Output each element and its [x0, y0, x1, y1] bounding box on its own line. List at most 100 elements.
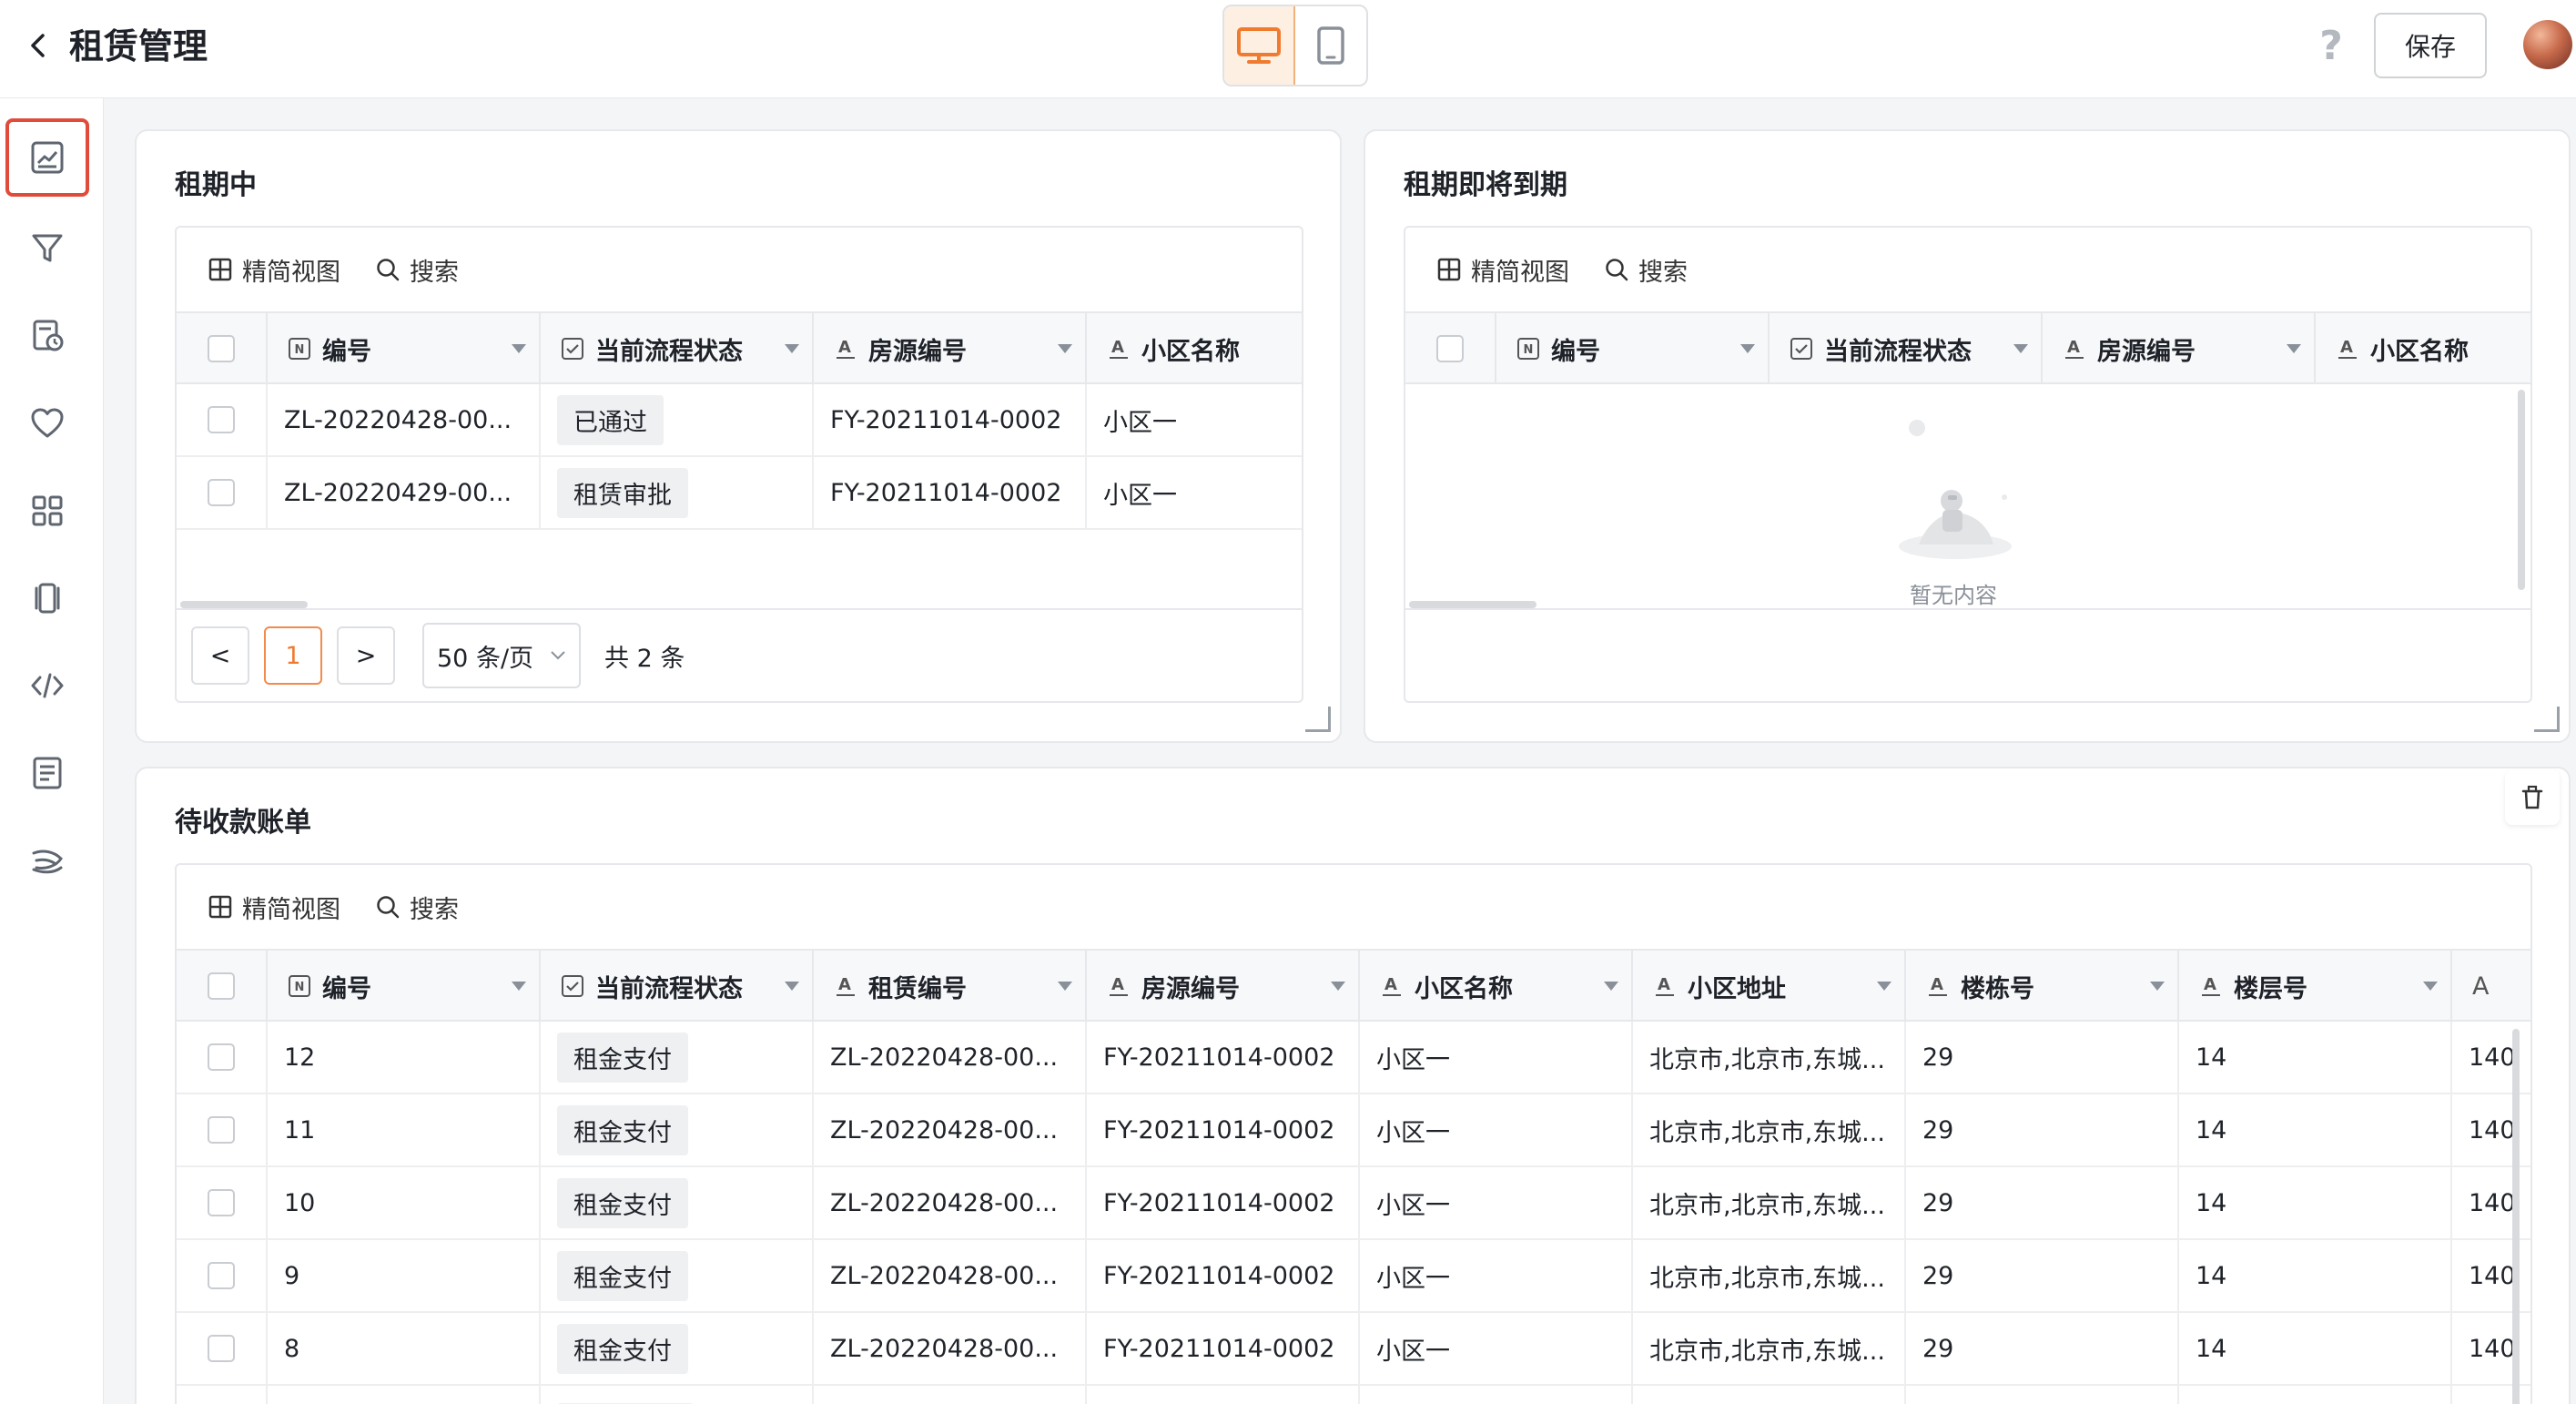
row-checkbox[interactable] [208, 1116, 235, 1144]
vertical-scrollbar[interactable] [2512, 1029, 2520, 1404]
table-row[interactable]: 8 租金支付 ZL-20220428-00... FY-20211014-000… [177, 1313, 2530, 1386]
text-field-icon: A [1929, 975, 1947, 996]
device-toggle [1222, 5, 1368, 86]
pagination: < 1 > 50 条/页 共 2 条 [191, 623, 685, 688]
sidebar-item-carousel[interactable] [5, 559, 89, 637]
table-row[interactable] [177, 1386, 2530, 1404]
col-header-address[interactable]: A 小区地址 [1633, 951, 1906, 1022]
table-header: N 编号 当前流程状态 A 房源编号 A 小区名称 [177, 311, 1302, 384]
col-header-house[interactable]: A 房源编号 [814, 313, 1087, 384]
col-header-status[interactable]: 当前流程状态 [541, 313, 814, 384]
row-checkbox[interactable] [208, 1262, 235, 1289]
table-row[interactable]: 11 租金支付 ZL-20220428-00... FY-20211014-00… [177, 1094, 2530, 1167]
cell-lease: ZL-20220428-00... [814, 1167, 1087, 1238]
chevron-left-icon [31, 34, 45, 57]
col-header-status[interactable]: 当前流程状态 [1770, 313, 2043, 384]
col-header-community[interactable]: A 小区名称 [1360, 951, 1633, 1022]
vertical-scrollbar[interactable] [2518, 390, 2525, 590]
row-checkbox[interactable] [208, 1189, 235, 1216]
top-header: 租赁管理 ? 保存 [0, 0, 2576, 98]
page-1-button[interactable]: 1 [264, 626, 322, 685]
sidebar-item-favorites[interactable] [5, 384, 89, 463]
number-field-icon: N [289, 338, 310, 360]
grid-view-icon [208, 895, 232, 919]
table-row[interactable]: 10 租金支付 ZL-20220428-00... FY-20211014-00… [177, 1167, 2530, 1240]
svg-text:A: A [838, 338, 851, 357]
col-header-floor[interactable]: A 楼层号 [2179, 951, 2452, 1022]
col-header-id[interactable]: N 编号 [268, 951, 541, 1022]
row-checkbox[interactable] [208, 406, 235, 433]
select-all-checkbox[interactable] [208, 335, 235, 362]
text-field-icon: A [2202, 975, 2220, 996]
sidebar-item-code[interactable] [5, 646, 89, 725]
select-all-checkbox[interactable] [208, 972, 235, 1000]
search-label: 搜索 [1638, 258, 1688, 287]
col-header-building[interactable]: A 楼栋号 [1906, 951, 2179, 1022]
search-button[interactable]: 搜索 [1604, 252, 1688, 288]
desktop-view-button[interactable] [1224, 6, 1296, 85]
help-icon[interactable]: ? [2312, 18, 2350, 73]
sidebar-item-report[interactable] [5, 297, 89, 375]
col-header-house[interactable]: A 房源编号 [1087, 951, 1360, 1022]
empty-state: 暂无内容 [1405, 386, 2530, 608]
sidebar-item-filter[interactable] [5, 209, 89, 288]
resize-handle[interactable] [2534, 707, 2560, 732]
card-expiring-leases: 租期即将到期 精简视图 搜索 N编号 当前流程状态 A房源编号 A小区名称 [1364, 129, 2571, 743]
text-field-icon: A [837, 975, 855, 996]
table-toolbar: 精简视图 搜索 [177, 865, 459, 949]
col-header-id[interactable]: N 编号 [1496, 313, 1770, 384]
row-checkbox[interactable] [208, 1335, 235, 1362]
col-header-status[interactable]: 当前流程状态 [541, 951, 814, 1022]
compact-view-button[interactable]: 精简视图 [1436, 252, 1569, 288]
table-row[interactable]: 9 租金支付 ZL-20220428-00... FY-20211014-000… [177, 1240, 2530, 1313]
compact-view-label: 精简视图 [242, 258, 340, 287]
status-tag: 租金支付 [557, 1032, 688, 1083]
select-all-cell [177, 313, 268, 384]
col-header-room[interactable]: A [2452, 951, 2530, 1022]
col-header-community[interactable]: A 小区名称 [1087, 313, 1302, 384]
col-header-lease[interactable]: A 租赁编号 [814, 951, 1087, 1022]
cell-floor: 14 [2179, 1094, 2452, 1165]
active-leases-table: 精简视图 搜索 N 编号 当前流程状态 A 房源编号 A 小区名称 ZL-202204… [175, 226, 1303, 703]
sidebar-item-apps[interactable] [5, 472, 89, 550]
tablet-view-button[interactable] [1295, 6, 1366, 85]
compact-view-button[interactable]: 精简视图 [208, 890, 340, 925]
cell-floor: 14 [2179, 1313, 2452, 1384]
resize-handle[interactable] [1305, 707, 1331, 732]
delete-button[interactable] [2505, 770, 2560, 825]
search-button[interactable]: 搜索 [375, 252, 459, 288]
compact-view-button[interactable]: 精简视图 [208, 252, 340, 288]
row-checkbox[interactable] [208, 1043, 235, 1071]
save-button[interactable]: 保存 [2374, 13, 2487, 78]
next-page-button[interactable]: > [337, 626, 395, 685]
col-header-community[interactable]: A 小区名称 [2316, 313, 2530, 384]
horizontal-scrollbar[interactable] [180, 601, 308, 608]
col-header-house[interactable]: A 房源编号 [2043, 313, 2316, 384]
search-icon [377, 896, 400, 919]
svg-text:N: N [1524, 343, 1534, 357]
col-header-id[interactable]: N 编号 [268, 313, 541, 384]
sidebar-item-layers[interactable] [5, 821, 89, 900]
number-field-icon: N [289, 975, 310, 997]
page-size-select[interactable]: 50 条/页 [422, 623, 581, 688]
cell-house: FY-20211014-0002 [1087, 1022, 1360, 1093]
table-row[interactable]: 12 租金支付 ZL-20220428-00... FY-20211014-00… [177, 1022, 2530, 1094]
row-checkbox[interactable] [208, 479, 235, 506]
svg-text:A: A [2204, 975, 2216, 994]
status-tag: 租金支付 [557, 1250, 688, 1301]
filter-icon [32, 234, 63, 262]
search-button[interactable]: 搜索 [375, 890, 459, 925]
document-icon [33, 757, 62, 789]
cell-community: 小区一 [1360, 1094, 1633, 1165]
prev-page-button[interactable]: < [191, 626, 249, 685]
table-row[interactable]: ZL-20220429-00... 租赁审批 FY-20211014-0002 … [177, 457, 1302, 530]
select-all-checkbox[interactable] [1436, 335, 1464, 362]
sidebar-item-chart[interactable] [5, 118, 89, 197]
avatar[interactable] [2523, 20, 2572, 69]
svg-text:A: A [1111, 338, 1124, 357]
horizontal-scrollbar[interactable] [1409, 601, 1536, 608]
sidebar-item-document[interactable] [5, 734, 89, 812]
back-button[interactable] [20, 27, 56, 64]
table-row[interactable]: ZL-20220428-00... 已通过 FY-20211014-0002 小… [177, 384, 1302, 457]
chevron-down-icon [551, 651, 565, 660]
